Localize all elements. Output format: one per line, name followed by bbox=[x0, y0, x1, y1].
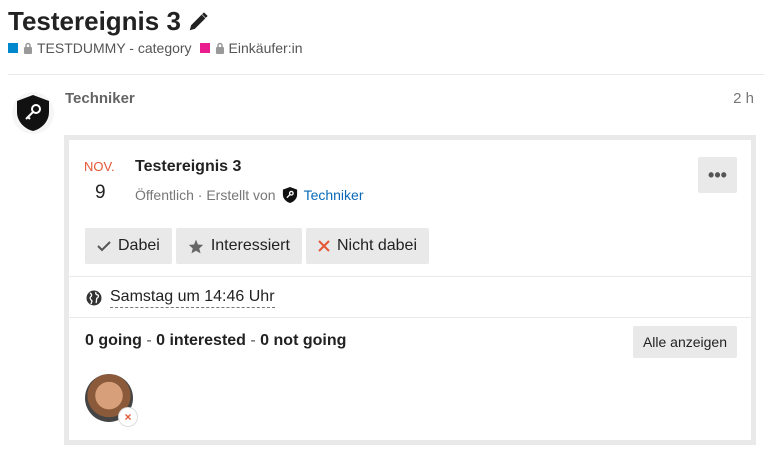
category-label: Einkäufer:in bbox=[228, 40, 303, 56]
post-username[interactable]: Techniker bbox=[65, 90, 135, 107]
divider bbox=[69, 317, 751, 318]
category-color-swatch bbox=[199, 43, 210, 53]
event-status-row: Öffentlich · Erstellt von Techniker bbox=[135, 186, 364, 204]
creator-avatar-icon bbox=[282, 186, 298, 204]
check-icon bbox=[97, 240, 111, 252]
divider bbox=[69, 276, 751, 277]
going-button[interactable]: Dabei bbox=[85, 228, 172, 264]
topic-title: Testereignis 3 bbox=[8, 6, 209, 37]
category-badge[interactable]: Einkäufer:in bbox=[199, 40, 303, 56]
count-separator: - bbox=[146, 332, 152, 349]
globe-icon bbox=[86, 290, 102, 306]
show-all-button[interactable]: Alle anzeigen bbox=[632, 326, 737, 358]
user-avatar[interactable] bbox=[12, 92, 54, 134]
interested-count: 0 interested bbox=[156, 332, 246, 349]
category-color-swatch bbox=[8, 43, 18, 53]
not-going-button-label: Nicht dabei bbox=[336, 237, 417, 254]
edit-pencil-icon[interactable] bbox=[187, 11, 209, 33]
event-time[interactable]: Samstag um 14:46 Uhr bbox=[110, 288, 275, 308]
event-name: Testereignis 3 bbox=[135, 158, 242, 175]
not-going-badge-icon: × bbox=[119, 408, 137, 426]
event-time-row: Samstag um 14:46 Uhr bbox=[86, 288, 275, 308]
not-going-button[interactable]: Nicht dabei bbox=[305, 228, 429, 264]
rsvp-buttons: Dabei Interessiert Nicht dabei bbox=[85, 228, 433, 264]
event-status-text: Öffentlich · Erstellt von bbox=[135, 187, 276, 203]
interested-button-label: Interessiert bbox=[210, 237, 290, 254]
count-separator: - bbox=[250, 332, 256, 349]
lock-icon bbox=[215, 42, 225, 54]
divider bbox=[8, 74, 764, 75]
not-going-count: 0 not going bbox=[260, 332, 347, 349]
event-day: 9 bbox=[95, 182, 106, 203]
category-label: TESTDUMMY - category bbox=[37, 40, 192, 56]
lock-icon bbox=[23, 42, 33, 54]
event-creator-link[interactable]: Techniker bbox=[304, 187, 364, 203]
event-card: NOV. 9 Testereignis 3 Öffentlich · Erste… bbox=[64, 135, 756, 445]
more-options-button[interactable]: ••• bbox=[698, 157, 737, 193]
category-row: TESTDUMMY - category Einkäufer:in bbox=[8, 40, 310, 56]
category-badge[interactable]: TESTDUMMY - category bbox=[8, 40, 192, 56]
post-age[interactable]: 2 h bbox=[733, 90, 754, 107]
going-count: 0 going bbox=[85, 332, 142, 349]
event-month: NOV. bbox=[84, 159, 115, 174]
star-icon bbox=[188, 239, 204, 254]
interested-button[interactable]: Interessiert bbox=[175, 228, 302, 264]
x-icon bbox=[318, 240, 330, 252]
invitee-counts: 0 going - 0 interested - 0 not going bbox=[85, 332, 346, 350]
going-button-label: Dabei bbox=[118, 237, 160, 254]
page: Testereignis 3 TESTDUMMY - category Eink… bbox=[0, 0, 780, 462]
topic-title-text: Testereignis 3 bbox=[8, 6, 181, 36]
